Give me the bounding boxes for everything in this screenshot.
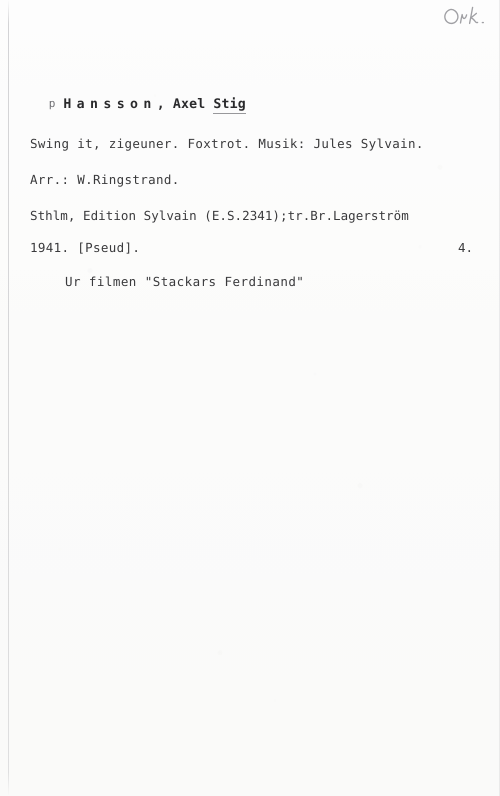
handwritten-annotation-ork: Ork. xyxy=(440,0,500,34)
entry-page-number: 4. xyxy=(458,240,474,255)
heading-separator: , xyxy=(156,97,165,112)
entry-film-note-line: Ur filmen "Stackars Ferdinand" xyxy=(65,274,305,289)
entry-year-line: 1941. [Pseud]. xyxy=(30,240,141,255)
heading-forename: Axel xyxy=(172,97,206,112)
catalog-card: Ork. p Hansson, Axel Stig Swing it, zige… xyxy=(0,0,500,796)
heading-surname: Hansson xyxy=(63,97,157,112)
entry-arranger-line: Arr.: W.Ringstrand. xyxy=(30,172,180,187)
entry-imprint-line: Sthlm, Edition Sylvain (E.S.2341);tr.Br.… xyxy=(30,208,409,223)
card-left-edge xyxy=(8,0,9,796)
entry-title-line: Swing it, zigeuner. Foxtrot. Musik: Jule… xyxy=(30,136,424,151)
card-heading: p Hansson, Axel Stig xyxy=(17,78,246,130)
heading-called-name: Stig xyxy=(213,97,246,114)
